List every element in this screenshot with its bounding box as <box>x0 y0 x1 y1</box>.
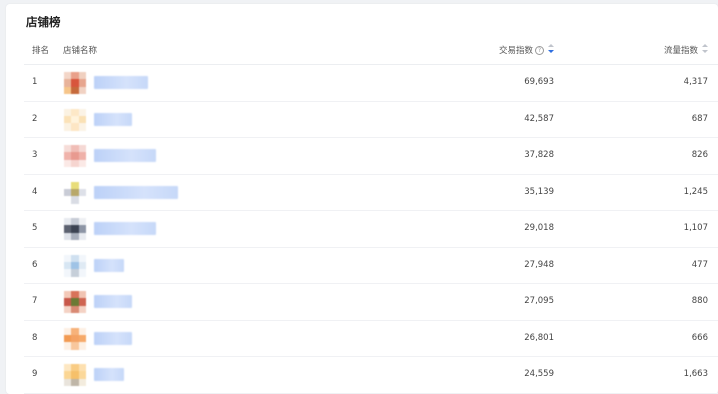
table-row[interactable]: 5 29,018 1,107 <box>24 211 718 248</box>
flow-index-cell: 1,245 <box>683 186 708 197</box>
table-row[interactable]: 2 42,587 687 <box>24 102 718 138</box>
shop-name-redacted[interactable] <box>94 368 124 381</box>
shop-logo[interactable] <box>64 218 86 240</box>
rank-cell: 2 <box>32 113 38 124</box>
question-circle-icon[interactable]: ? <box>535 46 544 55</box>
column-header-shop: 店铺名称 <box>63 46 98 56</box>
trade-index-cell: 26,801 <box>524 332 554 343</box>
shop-name-redacted[interactable] <box>94 76 148 89</box>
rank-cell: 4 <box>32 186 38 197</box>
table-row[interactable]: 6 27,948 477 <box>24 248 718 284</box>
shop-name-redacted[interactable] <box>94 185 178 199</box>
flow-index-cell: 1,107 <box>683 223 708 233</box>
shop-name-redacted[interactable] <box>94 149 156 162</box>
trade-index-cell: 37,828 <box>524 150 554 160</box>
card-title: 店铺榜 <box>26 15 61 29</box>
flow-index-cell: 826 <box>691 150 708 160</box>
table-header: 排名 店铺名称 交易指数? 流量指数 <box>24 38 718 65</box>
trade-index-cell: 35,139 <box>524 186 554 197</box>
shop-name-redacted[interactable] <box>94 295 132 308</box>
rank-cell: 7 <box>32 296 38 306</box>
shop-logo[interactable] <box>64 108 86 131</box>
flow-index-cell: 666 <box>691 332 708 343</box>
trade-index-cell: 69,693 <box>524 77 554 87</box>
table-row[interactable]: 9 24,559 1,663 <box>24 357 718 394</box>
trade-index-cell: 24,559 <box>524 369 554 379</box>
table-row[interactable]: 4 35,139 1,245 <box>24 175 718 211</box>
sort-desc-icon[interactable] <box>548 44 554 54</box>
trade-index-cell: 27,948 <box>524 259 554 270</box>
flow-index-cell: 477 <box>691 259 708 270</box>
column-header-rank: 排名 <box>32 46 50 56</box>
rank-cell: 1 <box>32 77 38 87</box>
table-row[interactable]: 1 69,693 4,317 <box>24 65 718 102</box>
column-header-flow[interactable]: 流量指数 <box>664 38 708 64</box>
shop-logo[interactable] <box>64 364 86 386</box>
rank-cell: 8 <box>32 332 38 343</box>
shop-logo[interactable] <box>64 327 86 350</box>
shop-ranking-table: 排名 店铺名称 交易指数? 流量指数 1 69,693 4,317 2 42,587 68… <box>24 38 718 394</box>
trade-index-cell: 42,587 <box>524 113 554 124</box>
trade-index-cell: 29,018 <box>524 223 554 233</box>
flow-index-cell: 687 <box>691 113 708 124</box>
shop-name-redacted[interactable] <box>94 258 124 272</box>
shop-name-redacted[interactable] <box>94 331 132 345</box>
shop-name-redacted[interactable] <box>94 222 156 235</box>
column-header-trade-label: 交易指数 <box>498 46 533 56</box>
rank-cell: 3 <box>32 150 38 160</box>
shop-logo[interactable] <box>64 254 86 277</box>
table-row[interactable]: 3 37,828 826 <box>24 138 718 175</box>
flow-index-cell: 880 <box>691 296 708 306</box>
table-body: 1 69,693 4,317 2 42,587 687 3 37,828 826 4 35,139 1… <box>24 65 718 394</box>
trade-index-cell: 27,095 <box>524 296 554 306</box>
shop-logo[interactable] <box>64 291 86 313</box>
shop-name-redacted[interactable] <box>94 112 132 126</box>
column-header-trade[interactable]: 交易指数? <box>499 38 554 64</box>
flow-index-cell: 4,317 <box>683 77 708 87</box>
rank-cell: 6 <box>32 259 38 270</box>
column-header-flow-label: 流量指数 <box>663 46 698 56</box>
rank-cell: 5 <box>32 223 38 233</box>
shop-logo[interactable] <box>64 181 86 204</box>
sort-icon[interactable] <box>702 44 708 54</box>
flow-index-cell: 1,663 <box>683 369 708 379</box>
shop-logo[interactable] <box>64 72 86 94</box>
table-row[interactable]: 7 27,095 880 <box>24 284 718 321</box>
rank-cell: 9 <box>32 369 38 379</box>
shop-logo[interactable] <box>64 145 86 167</box>
shop-ranking-card: 店铺榜 排名 店铺名称 交易指数? 流量指数 1 69,693 4,317 2 42,5… <box>6 4 718 394</box>
table-row[interactable]: 8 26,801 666 <box>24 321 718 357</box>
